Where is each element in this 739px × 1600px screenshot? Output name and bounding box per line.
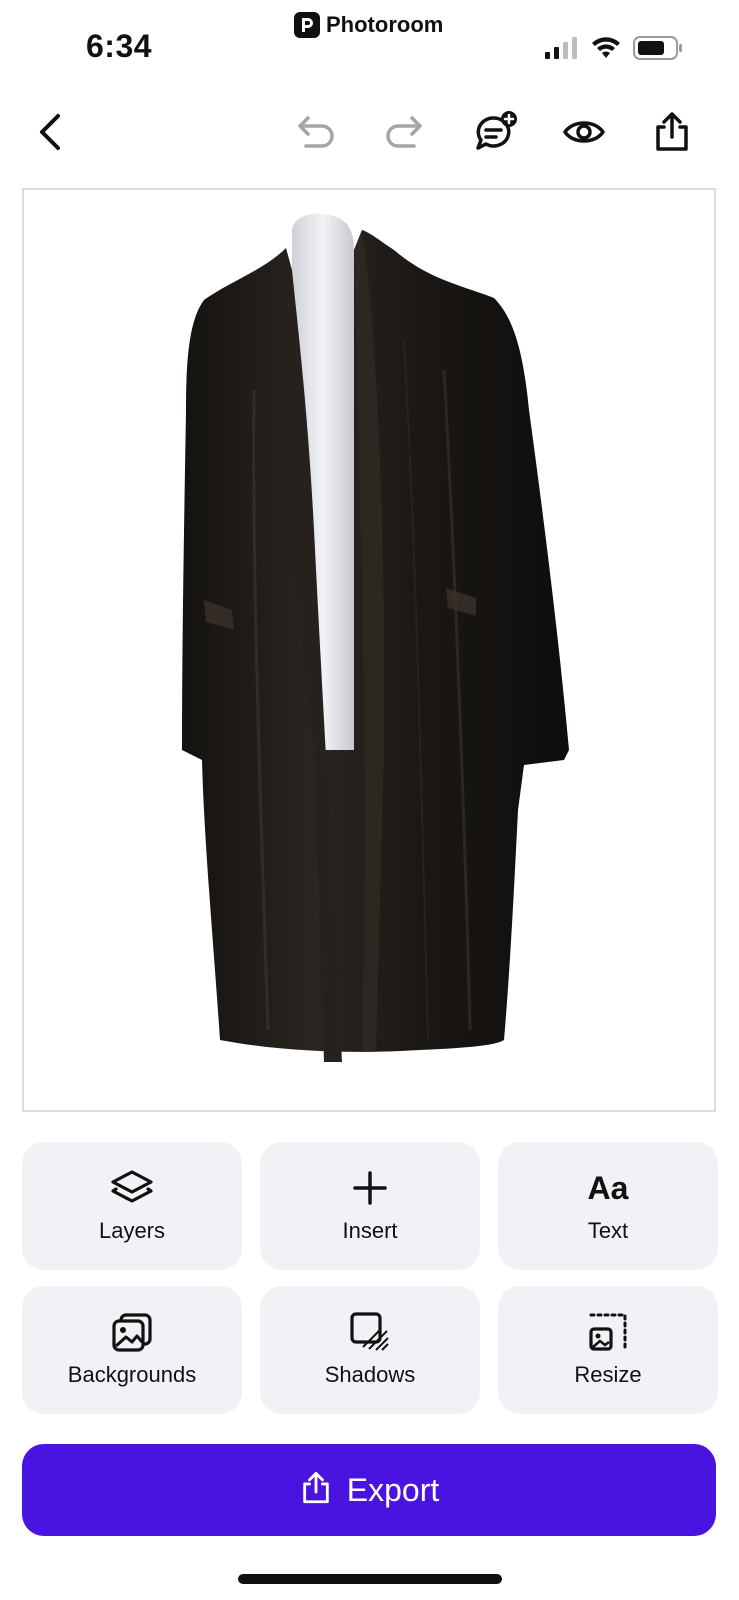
app-name: Photoroom xyxy=(326,12,444,37)
insert-button[interactable]: Insert xyxy=(260,1142,480,1270)
text-label: Text xyxy=(587,1218,629,1243)
plus-icon xyxy=(352,1168,388,1208)
export-label: Export xyxy=(346,1471,440,1508)
undo-icon xyxy=(298,116,334,148)
share-button[interactable] xyxy=(648,108,696,156)
status-icons xyxy=(545,36,683,65)
resize-button[interactable]: Resize xyxy=(498,1286,718,1414)
home-indicator xyxy=(238,1574,502,1584)
tools-grid: Layers Insert Aa Text Backgrounds Shadow… xyxy=(22,1142,718,1414)
export-button[interactable]: Export xyxy=(22,1444,716,1536)
add-comment-icon xyxy=(476,111,517,150)
photoroom-logo-icon xyxy=(294,12,320,38)
shadows-label: Shadows xyxy=(324,1362,416,1387)
resize-label: Resize xyxy=(574,1362,642,1387)
status-bar: 6:34 Photoroom xyxy=(0,0,739,80)
redo-icon xyxy=(386,116,422,148)
back-button[interactable] xyxy=(26,108,74,156)
layers-button[interactable]: Layers xyxy=(22,1142,242,1270)
layers-label: Layers xyxy=(98,1218,166,1243)
status-time: 6:34 xyxy=(86,28,153,64)
product-image[interactable] xyxy=(24,190,714,1110)
share-icon xyxy=(656,112,688,151)
redo-button[interactable] xyxy=(380,108,428,156)
backgrounds-button[interactable]: Backgrounds xyxy=(22,1286,242,1414)
back-chevron-icon xyxy=(40,114,60,150)
resize-icon xyxy=(588,1312,628,1352)
undo-button[interactable] xyxy=(292,108,340,156)
shadows-icon xyxy=(349,1312,391,1352)
app-badge: Photoroom xyxy=(294,12,443,38)
text-aa-glyph: Aa xyxy=(587,1169,629,1206)
battery-icon xyxy=(633,36,683,65)
editor-toolbar xyxy=(0,100,739,164)
share-icon xyxy=(299,1471,333,1510)
text-button[interactable]: Aa Text xyxy=(498,1142,718,1270)
preview-button[interactable] xyxy=(560,108,608,156)
backgrounds-label: Backgrounds xyxy=(67,1362,197,1387)
editor-canvas[interactable] xyxy=(22,188,716,1112)
backgrounds-icon xyxy=(111,1312,153,1352)
preview-eye-icon xyxy=(563,121,605,143)
cellular-signal-icon xyxy=(545,37,579,64)
wifi-icon xyxy=(591,37,621,64)
layers-icon xyxy=(110,1168,154,1208)
add-comment-button[interactable] xyxy=(472,108,520,156)
shadows-button[interactable]: Shadows xyxy=(260,1286,480,1414)
text-aa-icon: Aa xyxy=(588,1168,629,1208)
insert-label: Insert xyxy=(342,1218,398,1243)
